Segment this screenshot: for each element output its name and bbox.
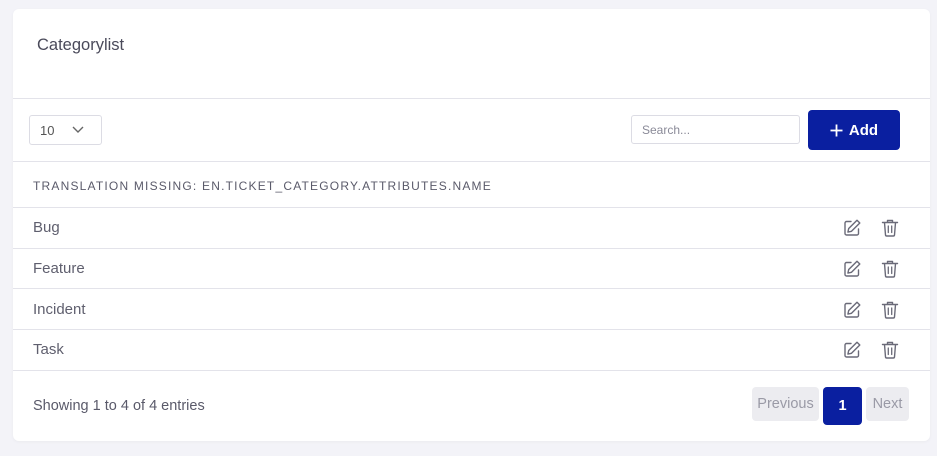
edit-icon[interactable] bbox=[842, 300, 862, 320]
next-page-button[interactable]: Next bbox=[866, 387, 909, 421]
card-title: Categorylist bbox=[37, 36, 125, 54]
add-button-label: Add bbox=[848, 121, 879, 139]
plus-icon bbox=[830, 124, 843, 136]
add-button[interactable]: Add bbox=[808, 110, 900, 150]
category-list-card: Categorylist 10 Add TRANSLATION MISSING:… bbox=[13, 9, 930, 441]
chevron-down-icon bbox=[72, 126, 84, 133]
table-row: Incident bbox=[13, 290, 930, 330]
edit-icon[interactable] bbox=[842, 218, 862, 238]
edit-icon[interactable] bbox=[842, 259, 862, 279]
category-name: Feature bbox=[33, 260, 85, 277]
page-length-select[interactable]: 10 bbox=[29, 115, 102, 145]
category-name: Bug bbox=[33, 219, 60, 236]
trash-icon[interactable] bbox=[880, 218, 900, 238]
column-header-name[interactable]: TRANSLATION MISSING: EN.TICKET_CATEGORY.… bbox=[33, 179, 492, 193]
page-1-button[interactable]: 1 bbox=[823, 387, 862, 425]
divider bbox=[13, 161, 930, 162]
trash-icon[interactable] bbox=[880, 259, 900, 279]
table-row: Task bbox=[13, 330, 930, 370]
category-name: Task bbox=[33, 341, 64, 358]
table-info: Showing 1 to 4 of 4 entries bbox=[33, 398, 205, 414]
divider bbox=[13, 370, 930, 371]
edit-icon[interactable] bbox=[842, 340, 862, 360]
trash-icon[interactable] bbox=[880, 300, 900, 320]
table-row: Feature bbox=[13, 249, 930, 289]
category-name: Incident bbox=[33, 301, 86, 318]
page-length-value: 10 bbox=[40, 122, 55, 138]
trash-icon[interactable] bbox=[880, 340, 900, 360]
divider bbox=[13, 288, 930, 289]
table-row: Bug bbox=[13, 208, 930, 248]
divider bbox=[13, 98, 930, 99]
previous-page-button[interactable]: Previous bbox=[752, 387, 819, 421]
search-input[interactable] bbox=[631, 115, 800, 144]
